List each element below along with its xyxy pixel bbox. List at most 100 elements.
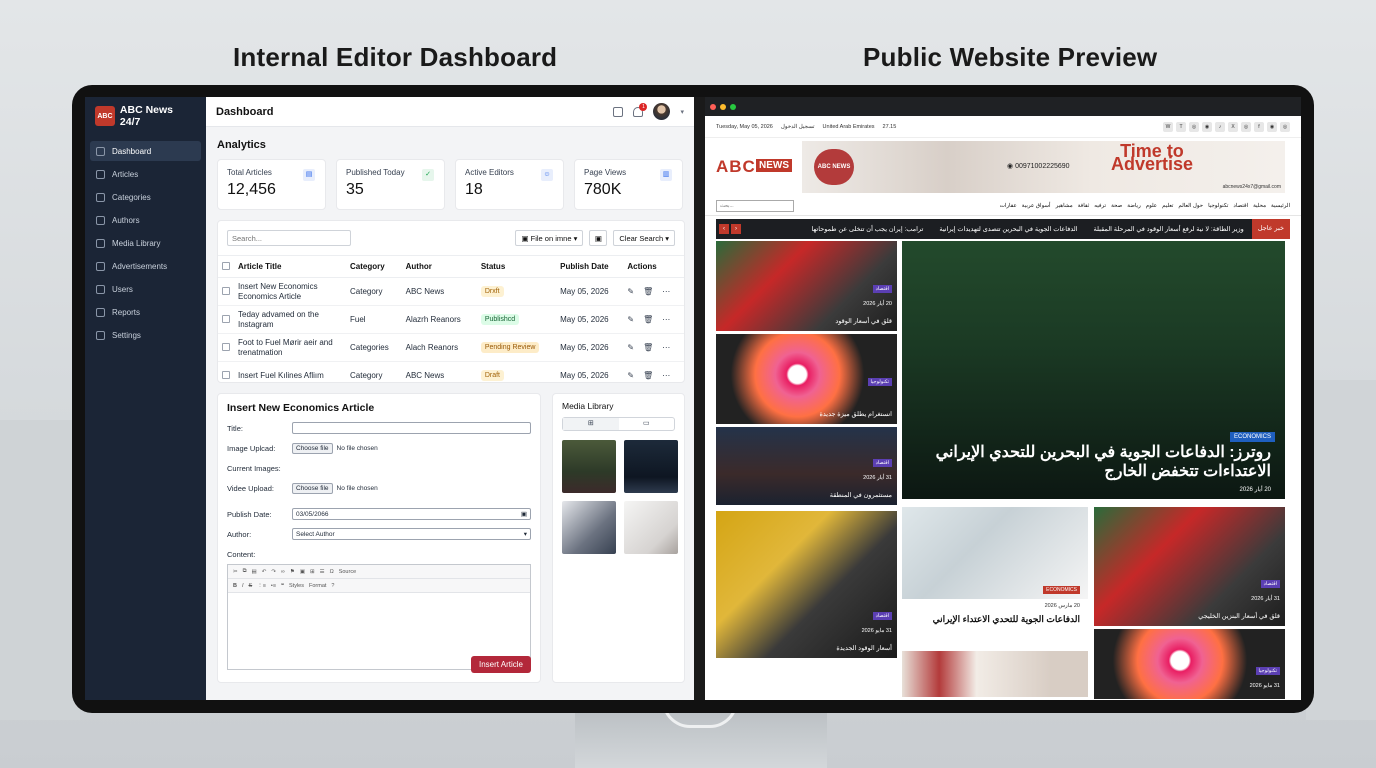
chevron-down-icon[interactable]: ▾ <box>680 108 684 116</box>
image-choose-file-button[interactable]: Choose file <box>292 442 333 454</box>
article-title[interactable]: Insert Fuel Kılines Afliım <box>234 361 346 382</box>
row-checkbox[interactable] <box>222 342 230 351</box>
trash-icon[interactable]: 🗑 <box>643 371 653 380</box>
sidebar-item-users[interactable]: Users <box>90 279 201 299</box>
edit-icon[interactable]: ✎ <box>627 343 634 352</box>
quote-icon[interactable]: ❝ <box>281 583 284 589</box>
sidebar-item-authors[interactable]: Authors <box>90 210 201 230</box>
media-thumbnail[interactable] <box>562 440 616 493</box>
numbered-list-icon[interactable]: ⋮≡ <box>257 583 266 589</box>
date-picker-button[interactable]: ▣ <box>589 230 608 246</box>
table-row[interactable]: Teday advamed on the Instagram Fuel Alaz… <box>218 305 684 334</box>
copy-icon[interactable]: ⧉ <box>243 568 247 575</box>
social-icon[interactable]: W <box>1163 121 1173 132</box>
omega-icon[interactable]: Ω <box>330 569 334 575</box>
ticker-item[interactable]: ترامب: إيران يجب أن تتخلى عن طموحاتها <box>803 225 931 233</box>
site-menu-item[interactable]: مشاهير <box>1056 203 1073 209</box>
sidebar-item-advertisements[interactable]: Advertisements <box>90 256 201 276</box>
tiktok-icon[interactable]: ♪ <box>1215 121 1225 132</box>
site-menu-item[interactable]: محلية <box>1253 203 1266 209</box>
news-card[interactable]: اقتصاد 31 مايو 2026 أسعار الوقود الجديدة <box>716 511 897 658</box>
column-header[interactable]: Author <box>401 255 477 278</box>
site-menu-item[interactable]: اقتصاد <box>1233 203 1248 209</box>
cut-icon[interactable]: ✂ <box>233 569 238 575</box>
select-all-checkbox[interactable] <box>222 261 230 270</box>
close-window-icon[interactable] <box>710 103 716 110</box>
avatar[interactable] <box>653 103 671 120</box>
news-card[interactable]: اقتصاد 31 أيار 2026 مستثمرون في المنطقة <box>716 427 897 505</box>
chevron-left-icon[interactable]: ‹ <box>719 224 729 234</box>
chevron-right-icon[interactable]: › <box>731 224 741 234</box>
social-icon[interactable]: ◉ <box>1202 121 1212 132</box>
media-thumbnail[interactable] <box>624 440 678 493</box>
calendar-icon[interactable] <box>613 106 624 117</box>
site-menu-item[interactable]: تعليم <box>1162 203 1173 209</box>
trash-icon[interactable]: 🗑 <box>643 343 653 352</box>
column-header[interactable]: Status <box>476 255 557 278</box>
facebook-icon[interactable]: f <box>1254 121 1264 132</box>
italic-button[interactable]: I <box>242 583 244 589</box>
edit-icon[interactable]: ✎ <box>627 371 634 380</box>
site-menu-item[interactable]: عقارات <box>1000 203 1017 209</box>
video-choose-file-button[interactable]: Choose file <box>292 482 333 494</box>
sidebar-item-categories[interactable]: Categories <box>90 187 201 207</box>
title-input[interactable] <box>292 422 531 434</box>
more-icon[interactable]: ⋯ <box>662 315 670 324</box>
row-checkbox[interactable] <box>222 286 230 295</box>
sidebar-item-reports[interactable]: Reports <box>90 302 201 322</box>
bulleted-list-icon[interactable]: •≡ <box>271 583 276 589</box>
header-advertisement[interactable]: ABC NEWS ◉ 00971002225690 Time to Adverti… <box>802 141 1285 193</box>
source-button[interactable]: Source <box>339 569 356 575</box>
site-menu-item[interactable]: تكنولوجيا <box>1208 203 1228 209</box>
table-icon[interactable]: ⊞ <box>310 569 315 575</box>
table-row[interactable]: Insert New Economics Economics Article C… <box>218 277 684 306</box>
site-menu-item[interactable]: الرئيسية <box>1271 203 1290 209</box>
author-select[interactable]: Select Author ▾ <box>292 528 531 540</box>
table-row[interactable]: Foot to Fuel Mørir aeir and trenatmation… <box>218 333 684 362</box>
search-input[interactable] <box>227 230 351 246</box>
site-menu-item[interactable]: ثقافة <box>1078 203 1090 209</box>
whatsapp-icon[interactable]: ◎ <box>1280 121 1290 132</box>
article-title[interactable]: Insert New Economics Economics Article <box>234 277 346 306</box>
site-menu-item[interactable]: أسواق عربية <box>1022 203 1051 209</box>
list-icon[interactable]: ☰ <box>320 569 325 575</box>
trash-icon[interactable]: 🗑 <box>643 287 653 296</box>
styles-dropdown[interactable]: Styles <box>289 583 304 589</box>
link-icon[interactable]: ∞ <box>281 569 285 575</box>
clear-search-button[interactable]: Clear Search ▾ <box>613 230 675 246</box>
social-icon[interactable]: ◉ <box>1267 121 1277 132</box>
article-title[interactable]: Teday advamed on the Instagram <box>234 305 346 334</box>
article-title[interactable]: Foot to Fuel Mørir aeir and trenatmation <box>234 333 346 362</box>
news-card[interactable]: تكنولوجيا انستغرام يطلق ميزة جديدة <box>716 334 897 424</box>
media-thumbnail[interactable] <box>624 501 678 554</box>
flag-icon[interactable]: ⚑ <box>290 569 295 575</box>
bold-button[interactable]: B <box>233 583 237 589</box>
format-dropdown[interactable]: Format <box>309 583 326 589</box>
row-checkbox[interactable] <box>222 314 230 323</box>
ticker-item[interactable]: الدفاعات الجوية في البحرين تتصدى لتهديدا… <box>931 225 1085 233</box>
media-thumbnail[interactable] <box>562 501 616 554</box>
site-menu-item[interactable]: رياضة <box>1127 203 1140 209</box>
image-view-icon[interactable]: ▭ <box>619 418 675 430</box>
site-menu-item[interactable]: صحة <box>1111 203 1122 209</box>
sidebar-item-articles[interactable]: Articles <box>90 164 201 184</box>
ticker-item[interactable]: وزير الطاقة: لا نية لرفع أسعار الوقود في… <box>1086 225 1252 233</box>
column-header[interactable]: Category <box>346 255 402 278</box>
table-row[interactable]: Insert Fuel Kılines Afliım Category ABC … <box>218 361 684 382</box>
x-icon[interactable]: X <box>1228 121 1238 132</box>
column-header[interactable]: Publish Date <box>556 255 624 278</box>
trash-icon[interactable]: 🗑 <box>643 315 653 324</box>
instagram-icon[interactable]: ◎ <box>1241 121 1251 132</box>
redo-icon[interactable]: ↷ <box>271 569 276 575</box>
login-link[interactable]: تسجيل الدخول <box>781 124 815 130</box>
grid-view-icon[interactable]: ⊞ <box>563 418 619 430</box>
social-icon[interactable]: T <box>1176 121 1186 132</box>
strike-button[interactable]: S <box>249 583 253 589</box>
minimize-window-icon[interactable] <box>720 103 726 110</box>
undo-icon[interactable]: ↶ <box>262 569 267 575</box>
news-card[interactable]: اقتصاد 31 أيار 2026 قلق في أسعار البنزين… <box>1094 507 1285 626</box>
insert-article-button[interactable]: Insert Article <box>470 656 531 673</box>
bell-icon[interactable]: 1 <box>633 102 648 117</box>
featured-article[interactable]: ECONOMICS روترز: الدفاعات الجوية في البح… <box>902 241 1285 499</box>
image-icon[interactable]: ▣ <box>300 569 305 575</box>
